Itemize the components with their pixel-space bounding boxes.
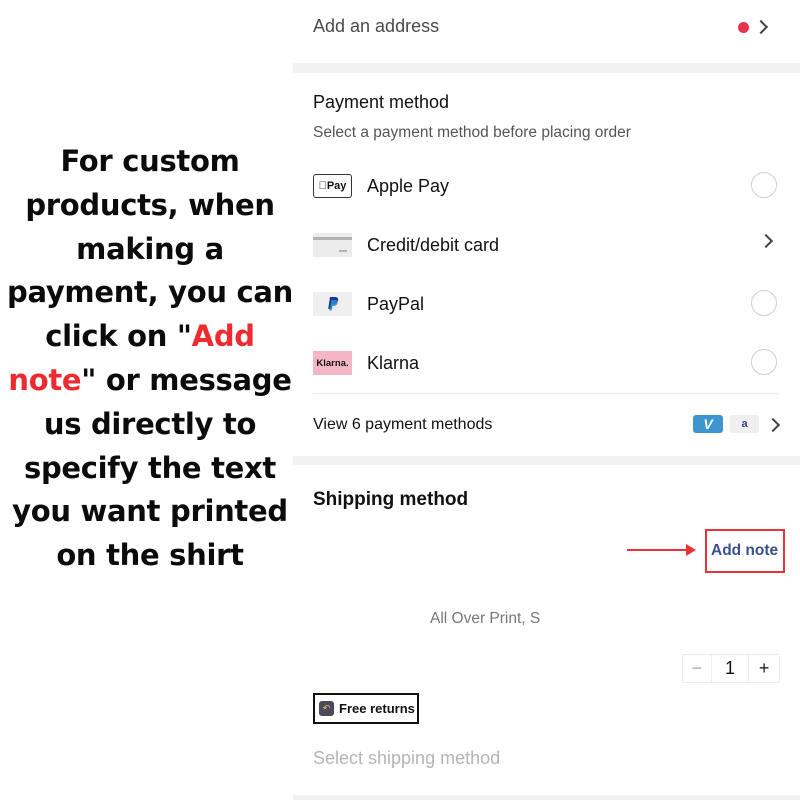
section-divider	[293, 456, 800, 465]
payment-option-apple-pay[interactable]: Pay Apple Pay	[293, 168, 800, 208]
payment-option-label: Apple Pay	[367, 176, 450, 196]
product-variant: All Over Print, S	[430, 610, 541, 627]
affirm-icon: a	[730, 415, 759, 433]
free-returns-label: Free returns	[339, 701, 415, 716]
add-note-link[interactable]: Add note	[711, 542, 778, 560]
quantity-stepper: − 1 +	[682, 654, 780, 683]
radio-button[interactable]	[751, 290, 777, 316]
apple-pay-icon: Pay	[313, 174, 352, 198]
select-shipping-method[interactable]: Select shipping method	[313, 748, 500, 769]
payment-method-title: Payment method	[313, 92, 450, 112]
address-label: Add an address	[313, 16, 440, 36]
divider	[313, 393, 780, 394]
arrow-head-icon	[686, 544, 696, 556]
payment-option-label: PayPal	[367, 294, 425, 314]
view-more-label: View 6 payment methods	[313, 416, 493, 433]
klarna-icon: Klarna.	[313, 351, 352, 375]
radio-button[interactable]	[751, 349, 777, 375]
payment-option-label: Klarna	[367, 353, 420, 373]
venmo-icon: V	[693, 415, 723, 433]
chevron-right-icon	[765, 417, 781, 433]
credit-card-icon	[313, 233, 352, 257]
payment-option-klarna[interactable]: Klarna. Klarna	[293, 345, 800, 385]
return-arrow-icon: ↶	[319, 701, 334, 716]
payment-option-label: Credit/debit card	[367, 235, 500, 255]
alert-dot-icon	[738, 22, 749, 33]
chevron-right-icon	[758, 233, 774, 249]
payment-option-paypal[interactable]: PayPal	[293, 286, 800, 326]
free-returns-badge: ↶ Free returns	[313, 693, 419, 724]
radio-button[interactable]	[751, 172, 777, 198]
section-divider	[293, 63, 800, 73]
payment-option-credit-card[interactable]: Credit/debit card	[293, 227, 800, 267]
annotation-arrow	[627, 549, 691, 551]
section-divider	[293, 795, 800, 800]
decrement-button[interactable]: −	[683, 655, 712, 682]
increment-button[interactable]: +	[749, 655, 779, 682]
instruction-caption: For custom products, when making a payme…	[0, 140, 300, 578]
payment-method-subtitle: Select a payment method before placing o…	[313, 124, 631, 141]
chevron-right-icon	[753, 19, 769, 35]
checkout-panel: Add an address Payment method Select a p…	[293, 0, 800, 800]
shipping-method-title: Shipping method	[313, 489, 469, 510]
paypal-icon	[313, 292, 352, 316]
quantity-value[interactable]: 1	[712, 655, 750, 682]
